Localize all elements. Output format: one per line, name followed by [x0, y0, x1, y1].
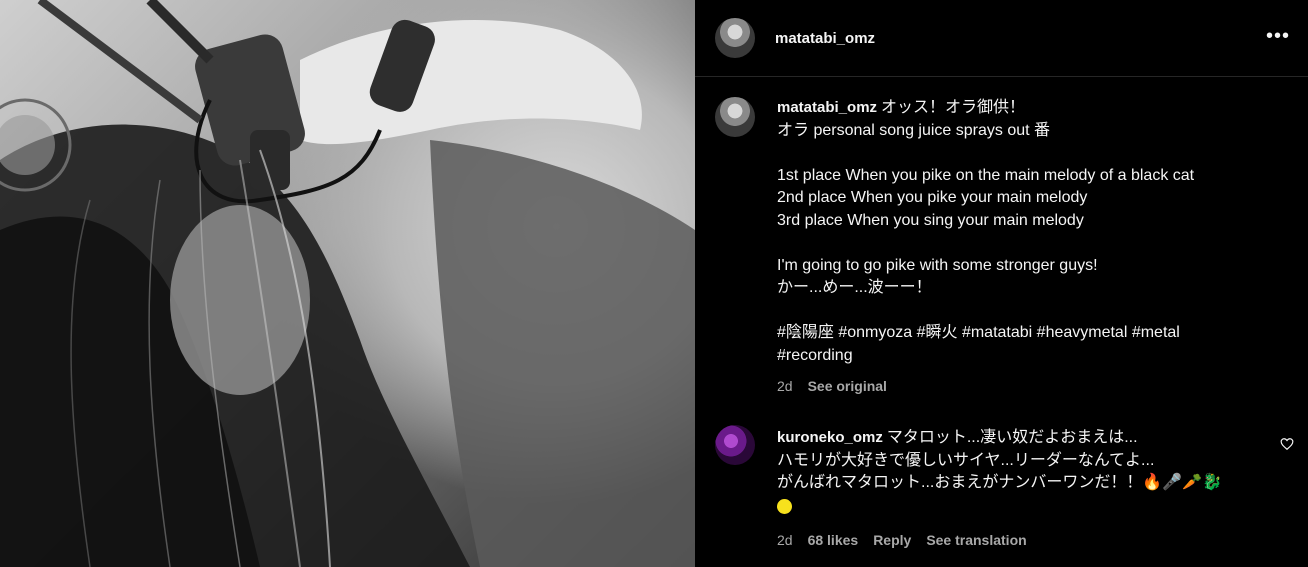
caption-line: matatabi_omz オッス！オラ御供！ [777, 99, 1026, 116]
yellow-circle-emoji [777, 498, 792, 514]
caption-hashtags[interactable]: #陰陽座 #onmyoza #瞬火 #matatabi #heavymetal … [777, 322, 1287, 345]
heart-outline-icon[interactable] [1280, 437, 1294, 451]
comment-line [777, 495, 1277, 518]
caption-line: かー...めー...波ーー！ [777, 279, 932, 296]
caption-line: 1st place When you pike on the main melo… [777, 166, 1195, 184]
caption-username[interactable]: matatabi_omz [777, 99, 877, 116]
caption-line: I'm going to go pike with some stronger … [777, 256, 1098, 274]
post-header: matatabi_omz ••• [695, 0, 1308, 77]
comment: kuroneko_omz マタロット...凄い奴だよおまえは... ハモリが大好き… [777, 427, 1277, 552]
comment-likes[interactable]: 68 likes [808, 529, 859, 552]
caption-line: 2nd place When you pike your main melody [777, 189, 1088, 206]
comment-line: がんばれマタロット...おまえがナンバーワンだ！！🔥🎤🥕🐉 [777, 474, 1223, 491]
post-caption: matatabi_omz オッス！オラ御供！ オラ personal song j… [777, 97, 1287, 398]
caption-line [777, 142, 1287, 165]
commenter-avatar[interactable] [715, 425, 755, 465]
comment-username[interactable]: kuroneko_omz [777, 429, 883, 446]
comment-line: ハモリが大好きで優しいサイヤ...リーダーなんてよ... [777, 451, 1155, 469]
comment-age: 2d [777, 532, 793, 548]
comment-line: kuroneko_omz マタロット...凄い奴だよおまえは... [777, 429, 1138, 446]
caption-line [777, 232, 1287, 255]
caption-line: 3rd place When you sing your main melody [777, 211, 1084, 229]
caption-line: オラ personal song juice sprays out 番 [777, 121, 1051, 139]
author-avatar[interactable] [715, 18, 755, 58]
photo-illustration [0, 0, 695, 567]
post-panel: matatabi_omz ••• matatabi_omz オッス！オラ御供！ オ… [695, 0, 1308, 567]
caption-meta: 2d See original [777, 375, 1287, 398]
see-original-button[interactable]: See original [808, 375, 887, 398]
comment-meta: 2d 68 likes Reply See translation [777, 529, 1277, 552]
see-translation-button[interactable]: See translation [926, 529, 1026, 552]
post-photo [0, 0, 695, 567]
reply-button[interactable]: Reply [873, 529, 911, 552]
caption-hashtags[interactable]: #recording [777, 345, 1287, 368]
caption-age: 2d [777, 378, 793, 394]
caption-line [777, 300, 1287, 323]
author-username[interactable]: matatabi_omz [775, 30, 875, 47]
more-horizontal-icon[interactable]: ••• [1266, 26, 1290, 46]
caption-avatar[interactable] [715, 97, 755, 137]
